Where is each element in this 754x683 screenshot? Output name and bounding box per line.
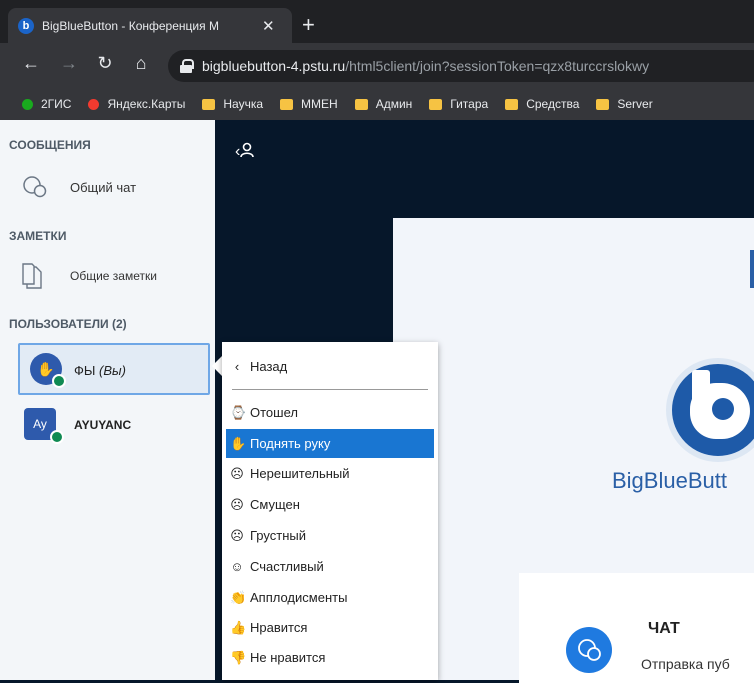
hand-icon: ✋	[230, 435, 247, 451]
bbb-favicon-icon: b	[18, 17, 34, 34]
bookmark-label: ММЕН	[301, 97, 338, 111]
sad-face-icon: ☹	[230, 527, 244, 543]
new-tab-button[interactable]: +	[302, 12, 315, 38]
bookmark-label: Яндекс.Карты	[107, 97, 186, 111]
folder-icon	[596, 98, 610, 110]
public-chat-item[interactable]: Общий чат	[22, 175, 136, 199]
bookmark-label: 2ГИС	[41, 97, 72, 111]
bookmark-folder[interactable]: ММЕН	[280, 97, 338, 111]
bookmark-label: Админ	[375, 97, 413, 111]
chat-card-title: ЧАТ	[648, 620, 680, 637]
chat-card-text: Отправка пуб	[641, 656, 730, 672]
toggle-userlist-icon[interactable]: ‹	[235, 142, 255, 161]
bookmark-label: Средства	[526, 97, 580, 111]
status-confused[interactable]: ☹ Смущен	[226, 490, 434, 519]
chevron-left-icon: ‹	[234, 359, 240, 374]
status-like[interactable]: 👍 Нравится	[226, 613, 434, 642]
bookmark-folder[interactable]: Гитара	[429, 97, 488, 111]
user-item-self[interactable]: ✋ ФЫ (Вы)	[18, 343, 210, 395]
url-path: /html5client/join?sessionToken=qzx8turcc…	[345, 58, 650, 74]
user-name: ФЫ (Вы)	[74, 363, 126, 378]
menu-divider	[232, 389, 428, 390]
bookmark-folder[interactable]: Админ	[354, 97, 413, 111]
bookmark-label: Научка	[223, 97, 264, 111]
menu-back-label: Назад	[250, 359, 288, 374]
status-menu: ‹ Назад ⌚ Отошел ✋ Поднять руку ☹ Нерешител…	[222, 342, 438, 680]
back-arrow-icon[interactable]: ←	[20, 53, 42, 74]
messages-section-title: СООБЩЕНИЯ	[9, 138, 91, 152]
notes-section-title: ЗАМЕТКИ	[9, 229, 67, 243]
browser-tab[interactable]: b BigBlueButton - Конференция М ✕	[8, 8, 292, 43]
folder-icon	[280, 98, 294, 110]
lock-icon	[180, 59, 194, 73]
users-section-title: ПОЛЬЗОВАТЕЛИ (2)	[9, 317, 127, 331]
bookmark-yandex-maps[interactable]: Яндекс.Карты	[88, 97, 185, 111]
folder-icon	[429, 98, 443, 110]
browser-tabstrip: b BigBlueButton - Конференция М ✕ +	[0, 0, 754, 43]
bookmark-folder[interactable]: Научка	[202, 97, 263, 111]
tab-close-icon[interactable]: ✕	[262, 17, 275, 35]
bbb-logo-stem	[692, 370, 710, 420]
user-you-suffix: (Вы)	[99, 363, 126, 378]
thumbs-down-icon: 👎	[230, 649, 247, 665]
chat-icon	[23, 176, 47, 198]
status-sad[interactable]: ☹ Грустный	[226, 521, 434, 550]
menu-back-item[interactable]: ‹ Назад	[226, 352, 434, 381]
bbb-logo-hole	[712, 398, 734, 420]
map-pin-icon	[22, 98, 33, 110]
bookmark-folder[interactable]: Средства	[505, 97, 579, 111]
public-chat-label: Общий чат	[70, 179, 137, 195]
slide-title-fragment	[750, 250, 754, 288]
microphone-icon	[50, 430, 64, 444]
bookmark-2gis[interactable]: 2ГИС	[22, 97, 71, 111]
status-away[interactable]: ⌚ Отошел	[226, 398, 434, 427]
home-icon[interactable]: ⌂	[130, 53, 152, 74]
folder-icon	[354, 98, 368, 110]
address-bar: ← → ↻ ⌂ bigbluebutton-4.pstu.ru /html5cl…	[0, 43, 754, 88]
reload-icon[interactable]: ↻	[94, 53, 116, 74]
shared-notes-label: Общие заметки	[70, 269, 157, 283]
confused-face-icon: ☹	[230, 496, 244, 512]
status-undecided[interactable]: ☹ Нерешительный	[226, 459, 434, 488]
notes-icon	[22, 263, 42, 289]
tab-title: BigBlueButton - Конференция М	[42, 18, 219, 33]
bookmark-folder[interactable]: Server	[596, 97, 653, 111]
forward-arrow-icon[interactable]: →	[58, 53, 80, 74]
applause-icon: 👏	[230, 589, 247, 605]
bookmarks-bar: 2ГИС Яндекс.Карты Научка ММЕН Админ Гита…	[0, 88, 754, 120]
bookmark-label: Гитара	[450, 97, 489, 111]
user-item-ayuyanc[interactable]: Ay AYUYANC	[18, 400, 210, 452]
undecided-face-icon: ☹	[230, 465, 244, 481]
url-host: bigbluebutton-4.pstu.ru	[202, 58, 346, 74]
chat-bubble-icon	[566, 627, 612, 673]
url-field[interactable]: bigbluebutton-4.pstu.ru /html5client/joi…	[168, 50, 754, 82]
thumbs-up-icon: 👍	[230, 619, 247, 635]
status-happy[interactable]: ☺ Счастливый	[226, 552, 434, 581]
happy-face-icon: ☺	[230, 559, 244, 574]
user-name: AYUYANC	[74, 418, 132, 432]
shared-notes-item[interactable]: Общие заметки	[22, 263, 157, 289]
status-raise-hand[interactable]: ✋ Поднять руку	[226, 429, 434, 458]
folder-icon	[202, 98, 216, 110]
status-dislike[interactable]: 👎 Не нравится	[226, 643, 434, 672]
bbb-logo-text: BigBlueButt	[612, 468, 727, 493]
status-applause[interactable]: 👏 Апплодисменты	[226, 583, 434, 612]
folder-icon	[505, 98, 519, 110]
bookmark-label: Server	[617, 97, 653, 111]
clock-icon: ⌚	[230, 404, 247, 420]
microphone-icon	[52, 374, 66, 388]
map-pin-icon	[88, 98, 100, 110]
